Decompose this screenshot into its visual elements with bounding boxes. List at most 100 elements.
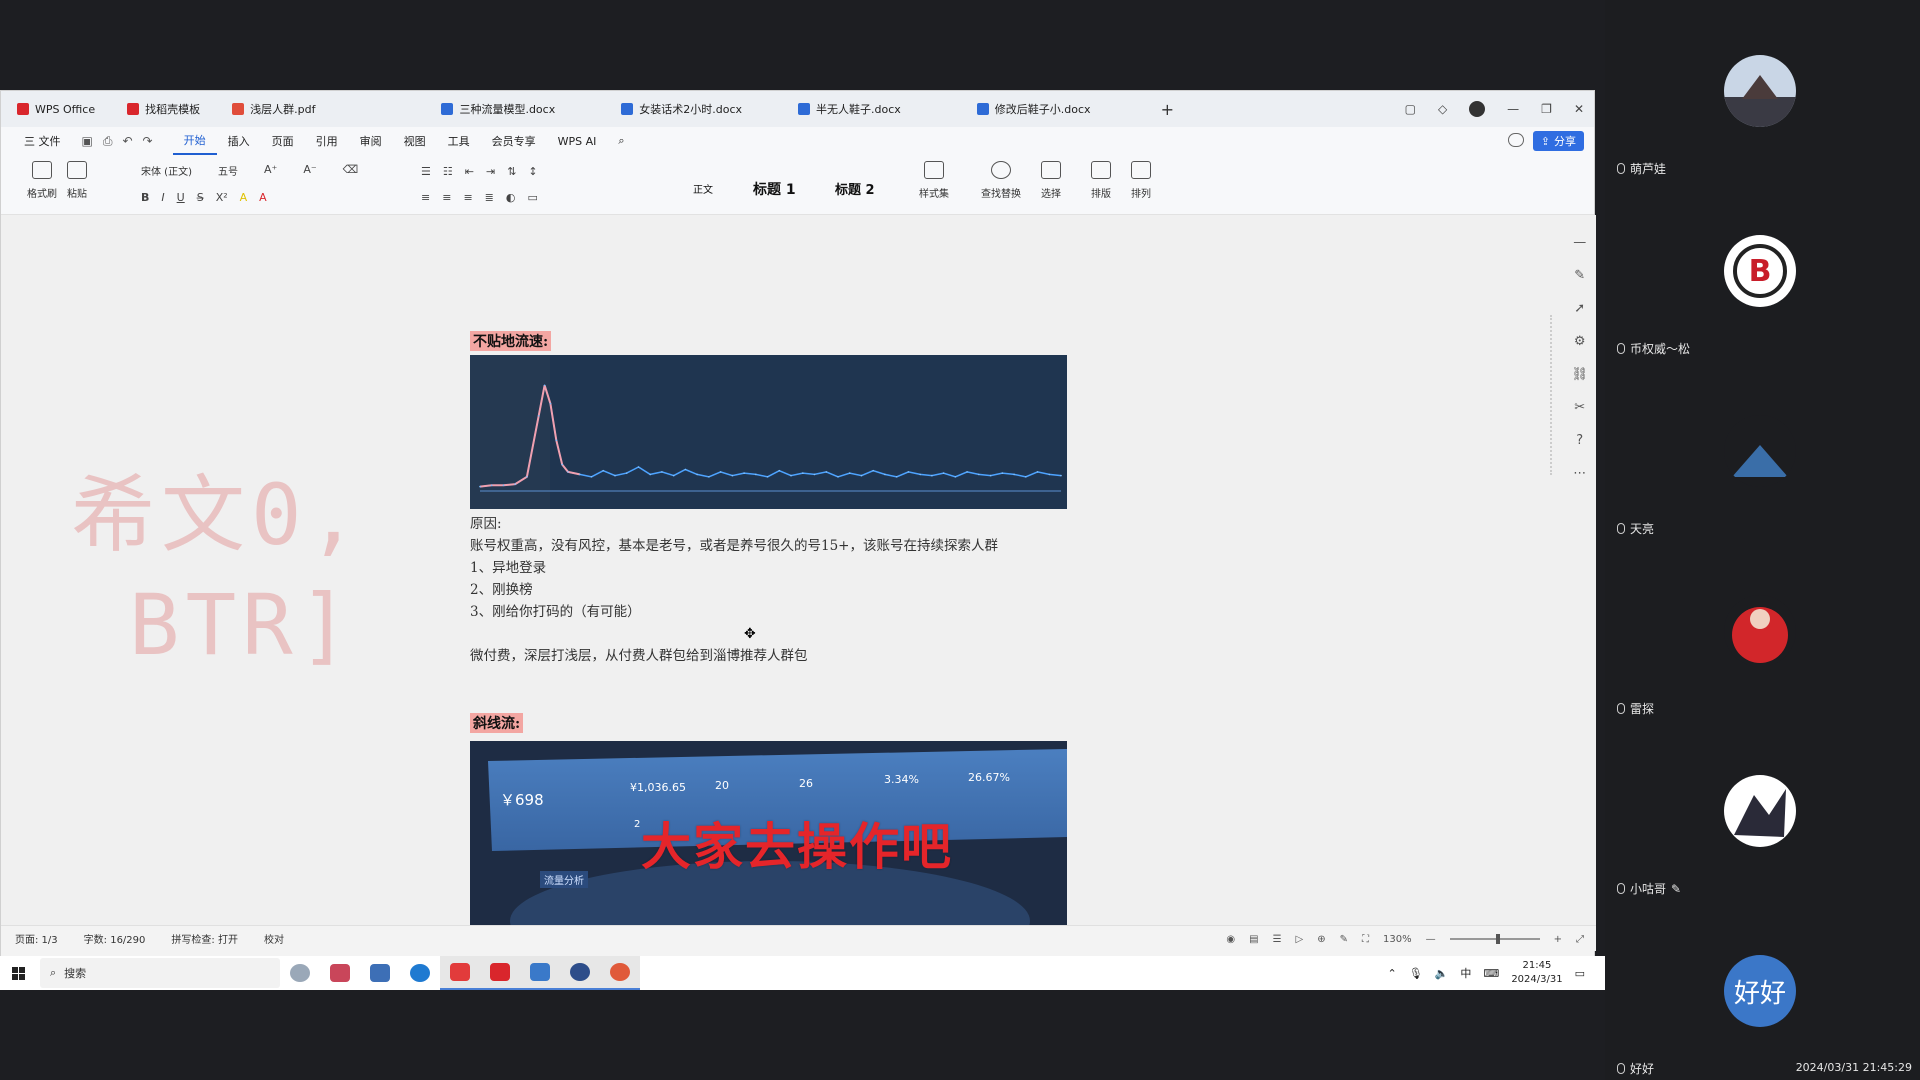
font-name-select[interactable]: 宋体 (正文): [141, 163, 192, 178]
undo-icon[interactable]: ↶: [122, 134, 132, 149]
tools-icon[interactable]: ✂: [1574, 400, 1585, 415]
web-view-icon[interactable]: ⊕: [1317, 934, 1325, 945]
taskbar-app-mail[interactable]: [360, 956, 400, 990]
indent-icon[interactable]: ⇤: [465, 165, 474, 178]
redo-icon[interactable]: ↷: [143, 134, 153, 149]
tray-chevron-icon[interactable]: ⌃: [1388, 967, 1397, 980]
taskbar-app-tool[interactable]: [600, 956, 640, 990]
menu-page[interactable]: 页面: [261, 127, 305, 155]
share-button[interactable]: ⇪ 分享: [1532, 131, 1584, 151]
highlight-icon[interactable]: A: [240, 191, 248, 204]
line-spacing-icon[interactable]: ↕: [528, 165, 537, 178]
font-color-icon[interactable]: A: [259, 191, 267, 204]
tab-doc-4[interactable]: 修改后鞋子小.docx: [961, 91, 1151, 127]
taskbar-app-wps[interactable]: [480, 956, 520, 990]
strike-icon[interactable]: S̶: [197, 191, 204, 204]
tab-template[interactable]: 找稻壳模板: [111, 91, 216, 127]
format-painter-button[interactable]: 格式刷: [27, 161, 57, 200]
participant-tile[interactable]: 雷探: [1605, 540, 1920, 720]
taskbar-clock[interactable]: 21:45 2024/3/31: [1511, 959, 1562, 987]
number-list-icon[interactable]: ☷: [443, 165, 453, 178]
file-menu[interactable]: 三 文件: [13, 127, 72, 155]
taskbar-app-browser[interactable]: [560, 956, 600, 990]
participant-tile[interactable]: 天亮: [1605, 360, 1920, 540]
pointer-icon[interactable]: ➚: [1574, 301, 1585, 316]
notification-icon[interactable]: ▭: [1575, 967, 1585, 980]
eye-icon[interactable]: ◉: [1226, 934, 1235, 945]
taskbar-app-chrome[interactable]: [280, 956, 320, 990]
spell-check[interactable]: 拼写检查: 打开: [171, 931, 238, 946]
style-set-button[interactable]: 样式集: [919, 161, 949, 200]
windows-start-icon[interactable]: [0, 966, 36, 980]
zoom-slider[interactable]: [1449, 934, 1540, 944]
user-avatar[interactable]: [1469, 101, 1486, 117]
participant-tile[interactable]: 萌芦娃: [1605, 0, 1920, 180]
menu-review[interactable]: 审阅: [349, 127, 393, 155]
edit-icon[interactable]: ✎: [1671, 882, 1681, 896]
align-left-icon[interactable]: ≡: [421, 191, 430, 204]
outline-view-icon[interactable]: ☰: [1273, 934, 1282, 945]
cloud-icon[interactable]: [1508, 133, 1524, 147]
zoom-level[interactable]: 130%: [1383, 934, 1412, 945]
layout-icon[interactable]: ▢: [1405, 102, 1416, 116]
tab-doc-3[interactable]: 半无人鞋子.docx: [782, 91, 961, 127]
font-size-select[interactable]: 五号: [218, 163, 238, 178]
menu-tools[interactable]: 工具: [437, 127, 481, 155]
menu-home[interactable]: 开始: [172, 127, 217, 155]
tab-doc-1[interactable]: 三种流量模型.docx: [425, 91, 605, 127]
grow-font-icon[interactable]: A⁺: [264, 163, 277, 178]
collapse-icon[interactable]: —: [1573, 235, 1586, 250]
tab-pdf[interactable]: 浅层人群.pdf: [216, 91, 425, 127]
print-icon[interactable]: ⎙: [103, 134, 113, 149]
underline-icon[interactable]: U: [177, 191, 185, 204]
find-replace-button[interactable]: 查找替换: [981, 161, 1021, 200]
shading-icon[interactable]: ◐: [506, 191, 516, 204]
pen-icon[interactable]: ✎: [1574, 268, 1585, 283]
pen-view-icon[interactable]: ✎: [1340, 934, 1348, 945]
save-icon[interactable]: ▣: [82, 134, 93, 149]
speaker-icon[interactable]: 🔈: [1435, 967, 1449, 980]
restore-button[interactable]: ❐: [1541, 102, 1552, 116]
align-center-icon[interactable]: ≡: [442, 191, 451, 204]
fit-icon[interactable]: ⛶: [1362, 934, 1369, 945]
bullet-list-icon[interactable]: ☰: [421, 165, 431, 178]
participant-tile[interactable]: 小咕哥 ✎: [1605, 720, 1920, 900]
microphone-icon[interactable]: 🎙: [1409, 967, 1423, 980]
cube-icon[interactable]: ◇: [1438, 102, 1447, 116]
word-count[interactable]: 字数: 16/290: [84, 931, 146, 946]
scroll-track[interactable]: [1550, 315, 1552, 475]
taskbar-app-calendar[interactable]: [320, 956, 360, 990]
clear-format-icon[interactable]: ⌫: [343, 163, 359, 178]
menu-reference[interactable]: 引用: [305, 127, 349, 155]
taskbar-app-meeting[interactable]: [440, 956, 480, 990]
minimize-button[interactable]: —: [1507, 102, 1519, 116]
layout-button[interactable]: 排版: [1091, 161, 1111, 200]
justify-icon[interactable]: ≣: [485, 191, 494, 204]
style-heading1[interactable]: 标题 1: [753, 179, 796, 199]
tab-wps-office[interactable]: WPS Office: [1, 91, 111, 127]
zoom-knob[interactable]: [1495, 934, 1500, 944]
taskbar-app-edge[interactable]: [400, 956, 440, 990]
ime-indicator[interactable]: 中: [1460, 965, 1471, 981]
bold-icon[interactable]: B: [141, 191, 149, 204]
shrink-font-icon[interactable]: A⁻: [303, 163, 316, 178]
fullscreen-icon[interactable]: ⤢: [1576, 934, 1584, 945]
style-normal[interactable]: 正文: [693, 181, 713, 196]
taskbar-search[interactable]: ⌕ 搜索: [40, 958, 280, 988]
page-view-icon[interactable]: ▤: [1249, 934, 1258, 945]
align-right-icon[interactable]: ≡: [463, 191, 472, 204]
menu-view[interactable]: 视图: [393, 127, 437, 155]
style-heading2[interactable]: 标题 2: [835, 179, 875, 198]
sort-icon[interactable]: ⇅: [507, 165, 516, 178]
proofread[interactable]: 校对: [264, 931, 284, 946]
participant-tile[interactable]: 好好 好好: [1605, 900, 1920, 1080]
menu-insert[interactable]: 插入: [217, 127, 261, 155]
zoom-in-icon[interactable]: +: [1554, 934, 1562, 945]
border-icon[interactable]: ▭: [527, 191, 537, 204]
settings-icon[interactable]: ⚙: [1574, 334, 1586, 349]
italic-icon[interactable]: I: [161, 191, 164, 204]
menu-member[interactable]: 会员专享: [481, 127, 547, 155]
new-tab-button[interactable]: +: [1151, 100, 1184, 119]
arrange-button[interactable]: 排列: [1131, 161, 1151, 200]
page-counter[interactable]: 页面: 1/3: [15, 931, 58, 946]
